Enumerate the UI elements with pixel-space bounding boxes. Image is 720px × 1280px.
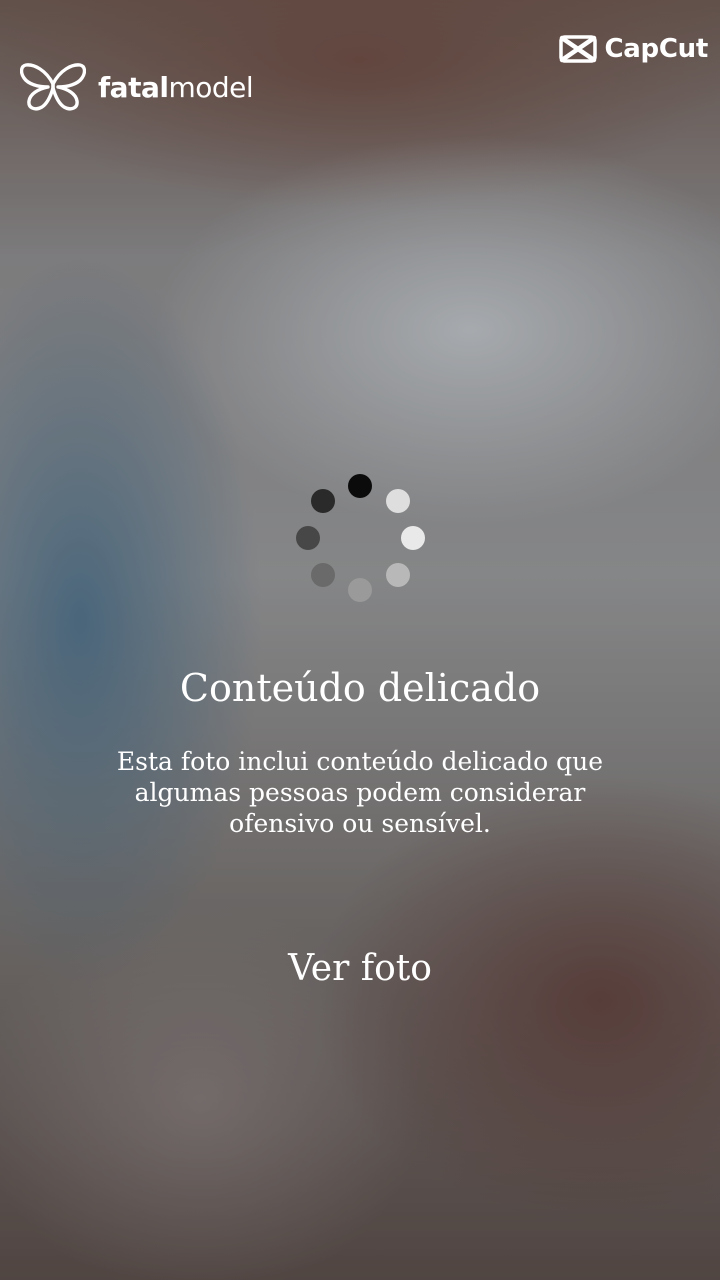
butterfly-icon	[20, 63, 86, 111]
brand-name: fatalmodel	[98, 70, 254, 104]
capcut-watermark: CapCut	[558, 32, 709, 66]
view-photo-button[interactable]: Ver foto	[260, 940, 460, 996]
brand-name-light: model	[168, 70, 254, 104]
sensitive-content-description: Esta foto inclui conteúdo delicado que a…	[116, 747, 604, 838]
capcut-label: CapCut	[604, 34, 709, 64]
sensitive-content-title: Conteúdo delicado	[179, 666, 541, 710]
capcut-logo-icon	[558, 35, 597, 63]
fatalmodel-logo: fatalmodel	[20, 62, 254, 112]
content-overlay-shade	[0, 0, 720, 1280]
brand-name-bold: fatal	[98, 70, 169, 104]
